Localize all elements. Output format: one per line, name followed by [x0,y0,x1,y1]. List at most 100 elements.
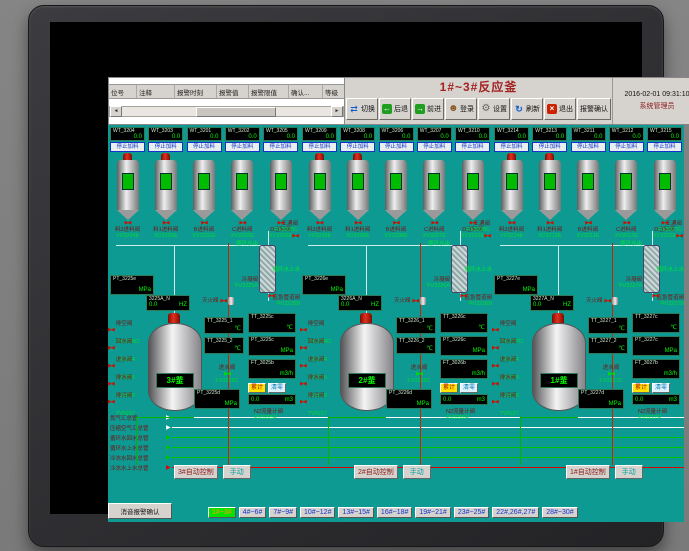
feed-valve-icon[interactable]: ▶◀ [317,220,323,227]
auto-control-button[interactable]: 1#自动控制 [566,465,610,479]
emergency-valve-icon[interactable]: ▶◀ [268,293,274,300]
toolbar-button[interactable]: × 退出 [544,98,576,120]
feed-valve-icon[interactable]: ▶◀ [125,220,131,227]
toolbar-button[interactable]: ↻ 刷新 [511,98,543,120]
fire-valve-icon[interactable]: ▶◀ [221,298,227,305]
toolbar-button-label: 切换 [361,104,375,114]
instrument-unit: ℃ [426,346,433,352]
feed-valve-icon[interactable]: ▶◀ [355,220,361,227]
reset-button[interactable]: 清零 [460,383,478,393]
tank-value: 0.0 [364,134,372,140]
auto-control-button[interactable]: 2#自动控制 [354,465,398,479]
reactor-page-tab[interactable]: 10#~12# [300,507,335,518]
tank-cone [309,210,331,220]
feed-valve-icon[interactable]: ▶◀ [393,220,399,227]
alarm-scrollbar[interactable]: ◄ ► [109,106,344,117]
auto-control-button[interactable]: 3#自动控制 [174,465,218,479]
instrument-unit: m3/h [472,371,485,377]
funnel-icon [420,297,426,305]
tank-cone [270,210,292,220]
reactor-page-tab[interactable]: 28#~30# [542,507,577,518]
valve-icon[interactable]: ▶◀ [300,381,306,388]
feed-valve-tag: XV3206E [384,233,407,239]
totalize-button[interactable]: 累计 [248,383,266,393]
valve-icon[interactable]: ▶◀ [108,345,114,352]
feed-valve-icon[interactable]: ▶◀ [585,220,591,227]
valve-icon[interactable]: ▶◀ [300,399,306,406]
valve-icon[interactable]: ▶◀ [492,363,498,370]
reset-button[interactable]: 清零 [652,383,670,393]
mute-alarm-button[interactable]: 消音报警确认 [108,503,172,519]
toolbar-button[interactable]: → 前进 [412,98,444,120]
instrument-tag: FT_3026b [443,361,485,366]
totalize-button[interactable]: 累计 [632,383,650,393]
control-mode-row: 2#自动控制 手动 [354,465,431,479]
feed-valve-icon[interactable]: ▶◀ [509,220,515,227]
toolbar-button[interactable]: ← 后退 [379,98,411,120]
instrument-unit: MPa [609,401,621,407]
valve-icon[interactable]: ▶◀ [492,345,498,352]
valve-icon[interactable]: ▶◀ [300,345,306,352]
valve-tag: TV5227 [500,411,519,417]
feed-valve-icon[interactable]: ▶◀ [201,220,207,227]
three-way-valve-icon[interactable]: ▶◀ [292,233,298,240]
fire-valve-icon[interactable]: ▶◀ [605,298,611,305]
valve-icon[interactable]: ▶◀ [492,327,498,334]
reactor-page-tab[interactable]: 4#~6# [239,507,267,518]
control-mode-row: 3#自动控制 手动 [174,465,251,479]
emergency-valve-icon[interactable]: ▶◀ [460,293,466,300]
instrument-tag: PT_3225e [113,277,151,282]
reactor-page-tab[interactable]: 23#~25# [454,507,489,518]
valve-icon[interactable]: ▶◀ [108,327,114,334]
alarm-column-header: 等级 [323,85,344,98]
feed-state-label: 停止加料 [187,142,222,152]
tank-level-window [198,173,210,190]
instrument-unit: MPa [523,287,535,293]
reactor-page-tab[interactable]: 22#,26#,27# [492,507,539,518]
tank-level-window [506,173,518,190]
toolbar-button[interactable]: ⚙ 设置 [478,98,510,120]
valve-label: 进水阀 [116,357,133,363]
reactor-label: 1#釜 [540,373,578,388]
instrument-unit: MPa [473,348,485,354]
feed-valve-icon[interactable]: ▶◀ [623,220,629,227]
three-way-valve-icon[interactable]: ▶◀ [676,233,682,240]
feed-valve-icon[interactable]: ▶◀ [239,220,245,227]
valve-icon[interactable]: ▶◀ [108,399,114,406]
valve-icon[interactable]: ▶◀ [300,363,306,370]
toolbar-button[interactable]: ⇄ 切换 [346,98,378,120]
valve-icon[interactable]: ▶◀ [108,381,114,388]
fire-valve-icon[interactable]: ▶◀ [413,298,419,305]
emergency-valve-icon[interactable]: ▶◀ [652,293,658,300]
scroll-left-icon[interactable]: ◄ [110,106,122,117]
scroll-right-icon[interactable]: ► [331,106,343,117]
three-way-valve-icon[interactable]: ▶◀ [484,233,490,240]
instrument-tag: TT_3225_2 [207,339,241,344]
feed-valve-icon[interactable]: ▶◀ [163,220,169,227]
toolbar-button[interactable]: ☻ 登录 [445,98,477,120]
valve-icon[interactable]: ▶◀ [108,363,114,370]
manual-control-button[interactable]: 手动 [615,465,643,479]
valve-icon[interactable]: ▶◀ [492,399,498,406]
scrollbar-thumb[interactable] [196,107,276,117]
manual-control-button[interactable]: 手动 [223,465,251,479]
toolbar-button[interactable]: 报警确认 [577,98,611,120]
inlet-valve-icon[interactable]: ▶◀ [224,371,230,378]
totalizer-value: 0.0 [635,397,643,403]
instrument-readout: TT_3227_2 ℃ [588,337,628,354]
reset-button[interactable]: 清零 [268,383,286,393]
feed-valve-icon[interactable]: ▶◀ [431,220,437,227]
reactor-page-tab[interactable]: 19#~21# [415,507,450,518]
totalize-button[interactable]: 累计 [440,383,458,393]
water-valve: ▶◀ 排污阀 TV5207 [108,395,139,409]
valve-icon[interactable]: ▶◀ [492,381,498,388]
reactor-page-tab[interactable]: 16#~18# [377,507,412,518]
manual-control-button[interactable]: 手动 [403,465,431,479]
inlet-valve-icon[interactable]: ▶◀ [608,371,614,378]
inlet-valve-icon[interactable]: ▶◀ [416,371,422,378]
valve-icon[interactable]: ▶◀ [300,327,306,334]
reactor-page-tab[interactable]: 7#~9# [269,507,297,518]
reactor-page-tab[interactable]: 1#~3# [208,507,236,518]
reactor-page-tab[interactable]: 13#~15# [338,507,373,518]
feed-valve-icon[interactable]: ▶◀ [547,220,553,227]
